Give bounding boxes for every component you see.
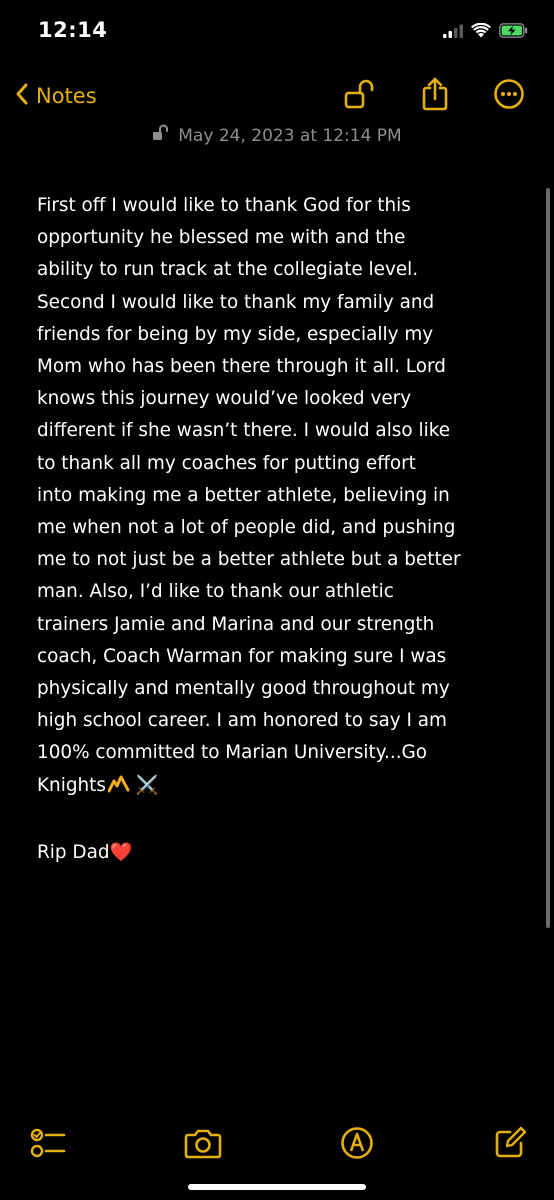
compose-icon <box>493 1126 527 1164</box>
note-line: Mom who has been there through it all. L… <box>37 356 446 378</box>
nav-bar: Notes <box>0 70 554 122</box>
note-line: ability to run track at the collegiate l… <box>37 259 419 281</box>
status-bar: 12:14 <box>0 0 554 68</box>
note-line: coach, Coach Warman for making sure I wa… <box>37 645 447 667</box>
note-line: me when not a lot of people did, and pus… <box>37 517 456 539</box>
compose-button[interactable] <box>490 1125 530 1165</box>
bottom-toolbar <box>0 1120 554 1170</box>
note-line: me to not just be a better athlete but a… <box>37 549 461 571</box>
lock-open-small-icon <box>152 124 170 147</box>
note-line: into making me a better athlete, believi… <box>37 484 450 506</box>
back-label: Notes <box>36 84 97 108</box>
note-line: trainers Jamie and Marina and our streng… <box>37 613 435 635</box>
note-gap <box>37 805 527 837</box>
chevron-left-icon <box>14 82 30 110</box>
note-body[interactable]: First off I would like to thank God for … <box>37 190 527 869</box>
camera-icon <box>184 1127 222 1163</box>
note-line: knows this journey would’ve looked very <box>37 388 412 410</box>
sparkle-emoji-icon <box>107 773 130 805</box>
status-time: 12:14 <box>38 18 108 42</box>
note-line: to thank all my coaches for putting effo… <box>37 452 416 474</box>
note-closing-line: Rip Dad❤️ <box>37 837 527 869</box>
share-button[interactable] <box>415 76 455 116</box>
note-line: different if she wasn’t there. I would a… <box>37 420 451 442</box>
wifi-icon <box>471 22 491 42</box>
note-date-line: May 24, 2023 at 12:14 PM <box>0 124 554 147</box>
checklist-button[interactable] <box>28 1125 68 1165</box>
heart-emoji: ❤️ <box>109 841 133 863</box>
status-icons <box>443 20 528 44</box>
note-closing-text: Rip Dad <box>37 841 110 863</box>
note-line-last-text: Knights <box>37 774 106 796</box>
note-line: 100% committed to Marian University...Go <box>37 742 428 764</box>
lock-open-icon <box>343 77 377 115</box>
crossed-swords-emoji: ⚔️ <box>135 774 159 796</box>
note-line: physically and mentally good throughout … <box>37 678 450 700</box>
home-indicator[interactable] <box>188 1184 366 1190</box>
note-line: opportunity he blessed me with and the <box>37 227 406 249</box>
markup-button[interactable] <box>337 1125 377 1165</box>
note-line: Second I would like to thank my family a… <box>37 291 435 313</box>
lock-button[interactable] <box>340 76 380 116</box>
note-line: man. Also, I’d like to thank our athleti… <box>37 581 394 603</box>
note-line: First off I would like to thank God for … <box>37 195 411 216</box>
more-button[interactable] <box>489 76 529 116</box>
share-icon <box>418 76 452 116</box>
more-icon <box>493 78 525 114</box>
note-date: May 24, 2023 at 12:14 PM <box>178 125 402 146</box>
markup-icon <box>340 1126 374 1164</box>
battery-charging-icon <box>499 22 528 42</box>
cellular-signal-icon <box>443 23 463 42</box>
scroll-indicator[interactable] <box>546 188 550 928</box>
note-line: friends for being by my side, especially… <box>37 323 434 345</box>
camera-button[interactable] <box>183 1125 223 1165</box>
back-button[interactable]: Notes <box>14 76 97 116</box>
note-line-last: Knights ⚔️ <box>37 770 527 805</box>
checklist-icon <box>30 1126 66 1164</box>
note-line: high school career. I am honored to say … <box>37 710 447 732</box>
